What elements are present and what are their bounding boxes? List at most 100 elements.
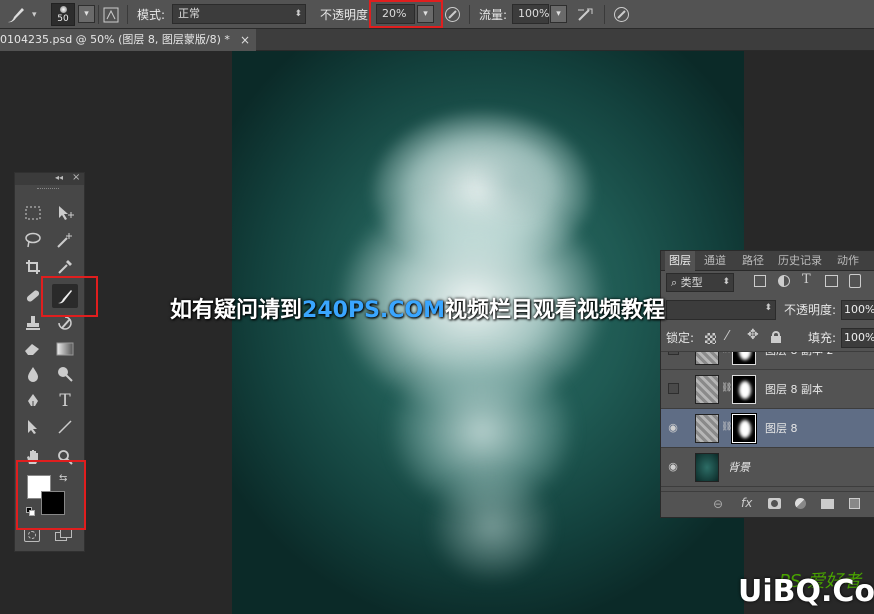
layer-name[interactable]: 图层 8 副本 2: [765, 352, 834, 370]
brush-tool-icon[interactable]: [6, 0, 32, 29]
tutorial-watermark: 如有疑问请到240PS.COM视频栏目观看视频教程: [170, 292, 665, 324]
pressure-size-icon[interactable]: [613, 0, 635, 29]
layer-list: ⛓ 图层 8 副本 2 ⛓ 图层 8 副本 ◉ ⛓ 图层 8 ◉: [661, 351, 874, 493]
new-layer-icon[interactable]: [849, 498, 860, 509]
blend-mode-select[interactable]: ⬍: [666, 300, 776, 320]
type-filter-icon[interactable]: T: [802, 272, 811, 287]
mask-link-icon[interactable]: ⛓: [721, 422, 732, 432]
screen-mode-icon[interactable]: [55, 529, 73, 542]
lock-pixels-icon[interactable]: ⁄: [726, 329, 728, 344]
pressure-opacity-icon[interactable]: [444, 0, 464, 29]
watermark-prefix: 如有疑问请到: [170, 298, 303, 323]
brush-preset-picker[interactable]: 50: [51, 3, 75, 26]
tab-close-icon[interactable]: ×: [240, 29, 250, 51]
smart-object-filter-icon[interactable]: [849, 274, 861, 288]
mask-link-icon[interactable]: ⛓: [721, 383, 732, 393]
gradient-tool-icon[interactable]: [52, 337, 78, 361]
visibility-toggle[interactable]: [668, 352, 679, 355]
lock-label: 锁定:: [666, 331, 695, 345]
tab-history[interactable]: 历史记录: [778, 251, 822, 271]
brush-tool-highlight-box: [41, 276, 98, 317]
magic-wand-tool-icon[interactable]: [52, 228, 78, 252]
search-icon: ⌕: [671, 276, 678, 289]
fill-input[interactable]: 100%: [841, 328, 874, 348]
line-tool-icon[interactable]: [52, 415, 78, 439]
opacity-label: 不透明度:: [320, 8, 373, 22]
eye-icon[interactable]: ◉: [666, 421, 680, 435]
dodge-tool-icon[interactable]: [52, 362, 78, 386]
lock-all-icon[interactable]: [771, 331, 781, 343]
layer-name[interactable]: 图层 8: [765, 409, 798, 448]
layer-row[interactable]: ⛓ 图层 8 副本: [661, 370, 874, 409]
mode-chevron-icon: ⬍: [294, 9, 302, 19]
brush-size-value: 50: [57, 14, 69, 24]
toolbox-close-icon[interactable]: ×: [72, 172, 80, 183]
airbrush-icon[interactable]: [576, 0, 598, 29]
tab-paths[interactable]: 路径: [742, 251, 764, 271]
color-swatch-highlight-box: [16, 460, 86, 530]
adjustment-filter-icon[interactable]: [778, 275, 790, 287]
brush-preset-dropdown[interactable]: ▾: [78, 5, 95, 23]
mode-value: 正常: [178, 7, 200, 20]
lasso-tool-icon[interactable]: [20, 228, 46, 252]
lock-position-icon[interactable]: ✥: [747, 327, 759, 343]
blur-tool-icon[interactable]: [20, 362, 46, 386]
shape-filter-icon[interactable]: [825, 275, 838, 287]
document-tab-title: 20104235.psd @ 50% (图层 8, 图层蒙版/8) *: [0, 33, 230, 46]
folder-icon[interactable]: [821, 499, 834, 509]
blend-chevron-icon: ⬍: [764, 303, 772, 313]
collapse-icon[interactable]: ◂◂: [55, 173, 63, 182]
layer-name[interactable]: 背景: [728, 448, 750, 487]
watermark-site: 240PS.COM: [302, 298, 446, 323]
flow-label: 流量:: [479, 8, 508, 22]
layers-footer: ⊖ fx: [661, 491, 874, 517]
tab-channels[interactable]: 通道: [704, 251, 726, 271]
document-tab[interactable]: 20104235.psd @ 50% (图层 8, 图层蒙版/8) * ×: [0, 29, 256, 51]
quick-mask-icon[interactable]: [24, 528, 40, 542]
layer-row[interactable]: ⛓ 图层 8 副本 2: [661, 352, 874, 370]
fx-icon[interactable]: fx: [741, 496, 752, 510]
layer-mask-thumbnail[interactable]: [732, 352, 756, 365]
visibility-toggle[interactable]: [668, 383, 679, 394]
tab-actions[interactable]: 动作: [837, 251, 859, 271]
layer-thumbnail: [695, 352, 719, 365]
flow-dropdown[interactable]: ▾: [550, 5, 567, 23]
mode-select[interactable]: 正常 ⬍: [172, 4, 306, 24]
eraser-tool-icon[interactable]: [20, 337, 46, 361]
pixel-filter-icon[interactable]: [754, 275, 766, 287]
layer-row[interactable]: ◉ 背景: [661, 448, 874, 487]
layer-mask-thumbnail[interactable]: [732, 375, 756, 404]
add-mask-icon[interactable]: [768, 498, 781, 509]
move-tool-icon[interactable]: [52, 201, 78, 225]
fill-label: 填充:: [808, 331, 837, 345]
brush-panel-toggle-icon[interactable]: [103, 0, 123, 29]
layer-thumbnail: [695, 375, 719, 404]
adjustment-layer-icon[interactable]: [795, 498, 806, 509]
mask-link-icon[interactable]: ⛓: [721, 352, 732, 354]
site-logo: UiBQ.CoM: [738, 574, 874, 609]
layer-mask-thumbnail[interactable]: [731, 413, 757, 444]
layer-name[interactable]: 图层 8 副本: [765, 370, 823, 409]
document-tab-bar: 20104235.psd @ 50% (图层 8, 图层蒙版/8) * ×: [0, 29, 874, 51]
layer-opacity-input[interactable]: 100%: [841, 300, 874, 320]
options-bar: ▾ 50 ▾ 模式: 正常 ⬍ 不透明度: 20% ▾ 流量: 100% ▾: [0, 0, 874, 29]
tab-layers[interactable]: 图层: [665, 251, 695, 271]
marquee-tool-icon[interactable]: [20, 201, 46, 225]
panel-tabs: 图层 通道 路径 历史记录 动作: [661, 251, 874, 271]
layer-filter-select[interactable]: ⌕ 类型 ⬍: [666, 273, 734, 292]
type-tool-icon[interactable]: T: [52, 389, 78, 413]
flow-input[interactable]: 100%: [512, 4, 549, 24]
layer-row-selected[interactable]: ◉ ⛓ 图层 8: [661, 409, 874, 448]
link-icon[interactable]: ⊖: [713, 497, 723, 511]
pen-tool-icon[interactable]: [20, 389, 46, 413]
watermark-suffix: 视频栏目观看视频教程: [445, 298, 666, 323]
toolbox-header[interactable]: ◂◂ ×: [15, 172, 84, 185]
filter-kind-value: 类型: [680, 276, 703, 289]
tool-preset-chevron-icon[interactable]: ▾: [32, 0, 37, 29]
eye-icon[interactable]: ◉: [666, 460, 680, 474]
layer-opacity-label: 不透明度:: [784, 303, 837, 317]
lock-transparency-icon[interactable]: [705, 333, 716, 344]
path-selection-tool-icon[interactable]: [20, 415, 46, 439]
filter-chevron-icon: ⬍: [722, 277, 730, 287]
layers-panel: 图层 通道 路径 历史记录 动作 ⌕ 类型 ⬍ T ⬍ 不透明度: 100% 锁…: [660, 250, 874, 518]
